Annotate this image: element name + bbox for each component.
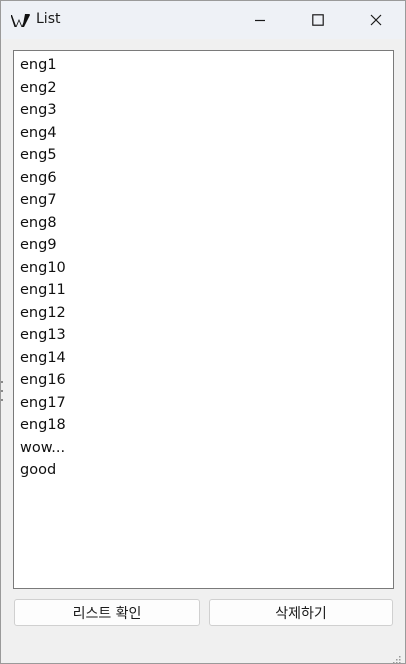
list-item[interactable]: eng3 bbox=[14, 99, 393, 122]
list-window: List eng1 eng2 eng3 eng4 eng5 eng6 eng7 … bbox=[0, 0, 406, 664]
list-item[interactable]: eng1 bbox=[14, 54, 393, 77]
list-item[interactable]: eng6 bbox=[14, 167, 393, 190]
list-item[interactable]: eng2 bbox=[14, 77, 393, 100]
list-item[interactable]: eng4 bbox=[14, 122, 393, 145]
maximize-icon bbox=[312, 11, 324, 30]
resize-grip-icon[interactable] bbox=[391, 649, 401, 664]
list-item[interactable]: eng7 bbox=[14, 189, 393, 212]
list-item[interactable]: eng16 bbox=[14, 369, 393, 392]
title-bar[interactable]: List bbox=[1, 1, 405, 39]
list-item[interactable]: eng5 bbox=[14, 144, 393, 167]
list-item[interactable]: eng18 bbox=[14, 414, 393, 437]
list-item[interactable]: eng10 bbox=[14, 257, 393, 280]
list-item[interactable]: eng9 bbox=[14, 234, 393, 257]
delete-button[interactable]: 삭제하기 bbox=[209, 599, 393, 626]
close-button[interactable] bbox=[347, 1, 405, 39]
close-icon bbox=[370, 11, 382, 30]
list-item[interactable]: eng17 bbox=[14, 392, 393, 415]
minimize-icon bbox=[254, 11, 266, 30]
w-logo-icon bbox=[10, 12, 31, 28]
check-list-button[interactable]: 리스트 확인 bbox=[14, 599, 200, 626]
list-item[interactable]: wow... bbox=[14, 437, 393, 460]
list-item[interactable]: eng13 bbox=[14, 324, 393, 347]
list-item[interactable]: eng8 bbox=[14, 212, 393, 235]
list-item[interactable]: eng12 bbox=[14, 302, 393, 325]
maximize-button[interactable] bbox=[289, 1, 347, 39]
left-resize-grip[interactable] bbox=[1, 379, 3, 403]
minimize-button[interactable] bbox=[231, 1, 289, 39]
item-listbox[interactable]: eng1 eng2 eng3 eng4 eng5 eng6 eng7 eng8 … bbox=[13, 50, 394, 589]
list-item[interactable]: eng14 bbox=[14, 347, 393, 370]
window-title: List bbox=[36, 11, 61, 27]
list-item[interactable]: good bbox=[14, 459, 393, 482]
list-item[interactable]: eng11 bbox=[14, 279, 393, 302]
